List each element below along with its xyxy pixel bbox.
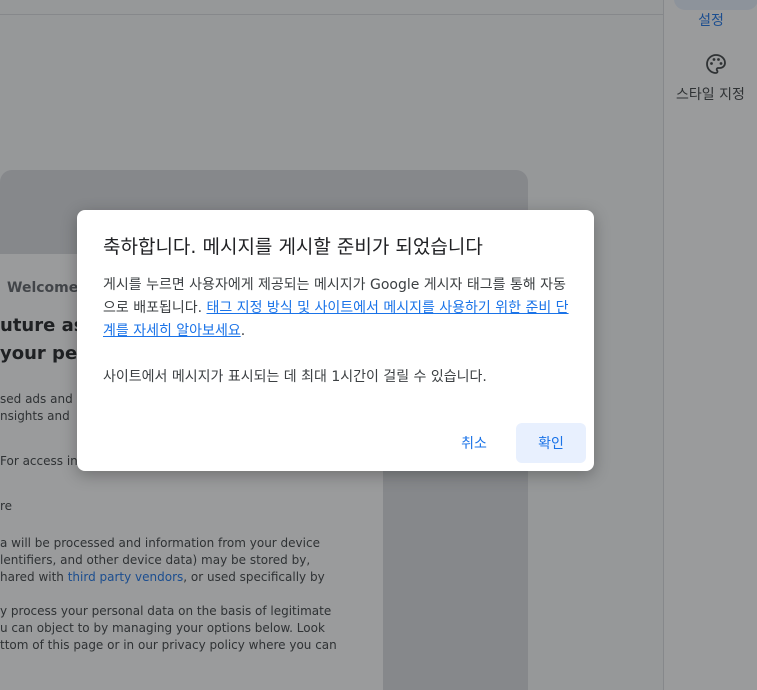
publish-ready-dialog: 축하합니다. 메시지를 게시할 준비가 되었습니다 게시를 누르면 사용자에게 … xyxy=(77,210,594,471)
dialog-timing-note: 사이트에서 메시지가 표시되는 데 최대 1시간이 걸릴 수 있습니다. xyxy=(103,369,487,385)
dialog-body: 게시를 누르면 사용자에게 제공되는 메시지가 Google 게시자 태그를 통… xyxy=(103,274,571,389)
confirm-button[interactable]: 확인 xyxy=(516,423,586,463)
dialog-description-period: . xyxy=(240,323,246,339)
dialog-title: 축하합니다. 메시지를 게시할 준비가 되었습니다 xyxy=(103,236,483,258)
dialog-description: 게시를 누르면 사용자에게 제공되는 메시지가 Google 게시자 태그를 통… xyxy=(103,274,571,343)
dialog-actions: 취소 확인 xyxy=(436,423,586,463)
cancel-button[interactable]: 취소 xyxy=(436,423,512,463)
